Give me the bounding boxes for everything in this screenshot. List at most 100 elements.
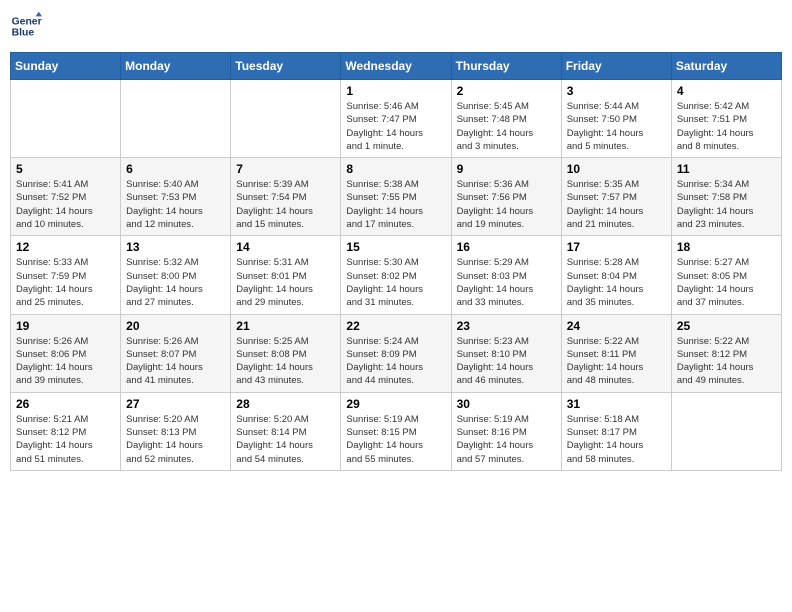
day-number: 15 — [346, 240, 445, 254]
calendar-cell: 25 Sunrise: 5:22 AM Sunset: 8:12 PM Dayli… — [671, 314, 781, 392]
calendar-week-3: 12 Sunrise: 5:33 AM Sunset: 7:59 PM Dayli… — [11, 236, 782, 314]
calendar-cell: 2Sunrise: 5:45 AM Sunset: 7:48 PM Daylig… — [451, 80, 561, 158]
calendar-cell: 20Sunrise: 5:26 AM Sunset: 8:07 PM Dayli… — [121, 314, 231, 392]
day-number: 9 — [457, 162, 556, 176]
calendar-cell: 22Sunrise: 5:24 AM Sunset: 8:09 PM Dayli… — [341, 314, 451, 392]
day-number: 8 — [346, 162, 445, 176]
day-info: Sunrise: 5:42 AM Sunset: 7:51 PM Dayligh… — [677, 100, 776, 153]
calendar-cell: 26 Sunrise: 5:21 AM Sunset: 8:12 PM Dayli… — [11, 392, 121, 470]
calendar-cell — [231, 80, 341, 158]
weekday-header-wednesday: Wednesday — [341, 53, 451, 80]
calendar-cell: 18 Sunrise: 5:27 AM Sunset: 8:05 PM Dayli… — [671, 236, 781, 314]
calendar-cell: 11 Sunrise: 5:34 AM Sunset: 7:58 PM Dayli… — [671, 158, 781, 236]
day-info: Sunrise: 5:31 AM Sunset: 8:01 PM Dayligh… — [236, 256, 335, 309]
calendar-cell: 3 Sunrise: 5:44 AM Sunset: 7:50 PM Daylig… — [561, 80, 671, 158]
weekday-header-saturday: Saturday — [671, 53, 781, 80]
logo-icon: General Blue — [10, 10, 42, 42]
day-info: Sunrise: 5:22 AM Sunset: 8:11 PM Dayligh… — [567, 335, 666, 388]
calendar-cell: 30Sunrise: 5:19 AM Sunset: 8:16 PM Dayli… — [451, 392, 561, 470]
day-number: 11 — [677, 162, 776, 176]
day-info: Sunrise: 5:22 AM Sunset: 8:12 PM Dayligh… — [677, 335, 776, 388]
calendar-week-5: 26 Sunrise: 5:21 AM Sunset: 8:12 PM Dayli… — [11, 392, 782, 470]
calendar-cell: 6 Sunrise: 5:40 AM Sunset: 7:53 PM Daylig… — [121, 158, 231, 236]
day-number: 31 — [567, 397, 666, 411]
calendar-cell: 16Sunrise: 5:29 AM Sunset: 8:03 PM Dayli… — [451, 236, 561, 314]
calendar-header: SundayMondayTuesdayWednesdayThursdayFrid… — [11, 53, 782, 80]
calendar-cell: 24Sunrise: 5:22 AM Sunset: 8:11 PM Dayli… — [561, 314, 671, 392]
day-info: Sunrise: 5:40 AM Sunset: 7:53 PM Dayligh… — [126, 178, 225, 231]
calendar-cell: 15 Sunrise: 5:30 AM Sunset: 8:02 PM Dayli… — [341, 236, 451, 314]
calendar-cell: 8Sunrise: 5:38 AM Sunset: 7:55 PM Daylig… — [341, 158, 451, 236]
calendar-week-4: 19 Sunrise: 5:26 AM Sunset: 8:06 PM Dayli… — [11, 314, 782, 392]
calendar-cell: 13 Sunrise: 5:32 AM Sunset: 8:00 PM Dayli… — [121, 236, 231, 314]
day-info: Sunrise: 5:27 AM Sunset: 8:05 PM Dayligh… — [677, 256, 776, 309]
day-info: Sunrise: 5:23 AM Sunset: 8:10 PM Dayligh… — [457, 335, 556, 388]
day-info: Sunrise: 5:35 AM Sunset: 7:57 PM Dayligh… — [567, 178, 666, 231]
day-number: 20 — [126, 319, 225, 333]
svg-text:Blue: Blue — [12, 28, 35, 39]
calendar-cell: 23 Sunrise: 5:23 AM Sunset: 8:10 PM Dayli… — [451, 314, 561, 392]
day-number: 25 — [677, 319, 776, 333]
day-number: 12 — [16, 240, 115, 254]
day-info: Sunrise: 5:46 AM Sunset: 7:47 PM Dayligh… — [346, 100, 445, 153]
day-info: Sunrise: 5:20 AM Sunset: 8:13 PM Dayligh… — [126, 413, 225, 466]
day-info: Sunrise: 5:19 AM Sunset: 8:16 PM Dayligh… — [457, 413, 556, 466]
day-info: Sunrise: 5:44 AM Sunset: 7:50 PM Dayligh… — [567, 100, 666, 153]
day-info: Sunrise: 5:32 AM Sunset: 8:00 PM Dayligh… — [126, 256, 225, 309]
calendar-cell: 7Sunrise: 5:39 AM Sunset: 7:54 PM Daylig… — [231, 158, 341, 236]
day-number: 2 — [457, 84, 556, 98]
day-number: 18 — [677, 240, 776, 254]
logo: General Blue — [10, 10, 46, 42]
day-number: 17 — [567, 240, 666, 254]
day-info: Sunrise: 5:18 AM Sunset: 8:17 PM Dayligh… — [567, 413, 666, 466]
calendar-cell: 21 Sunrise: 5:25 AM Sunset: 8:08 PM Dayli… — [231, 314, 341, 392]
calendar-cell — [671, 392, 781, 470]
svg-text:General: General — [12, 16, 42, 27]
calendar-week-2: 5Sunrise: 5:41 AM Sunset: 7:52 PM Daylig… — [11, 158, 782, 236]
day-number: 1 — [346, 84, 445, 98]
calendar-cell: 1 Sunrise: 5:46 AM Sunset: 7:47 PM Daylig… — [341, 80, 451, 158]
weekday-header-thursday: Thursday — [451, 53, 561, 80]
day-info: Sunrise: 5:33 AM Sunset: 7:59 PM Dayligh… — [16, 256, 115, 309]
day-number: 14 — [236, 240, 335, 254]
day-number: 23 — [457, 319, 556, 333]
calendar-cell: 29Sunrise: 5:19 AM Sunset: 8:15 PM Dayli… — [341, 392, 451, 470]
day-number: 22 — [346, 319, 445, 333]
day-number: 28 — [236, 397, 335, 411]
calendar-cell: 19 Sunrise: 5:26 AM Sunset: 8:06 PM Dayli… — [11, 314, 121, 392]
day-number: 19 — [16, 319, 115, 333]
day-number: 13 — [126, 240, 225, 254]
day-number: 4 — [677, 84, 776, 98]
calendar-cell: 28 Sunrise: 5:20 AM Sunset: 8:14 PM Dayli… — [231, 392, 341, 470]
calendar-cell — [121, 80, 231, 158]
calendar-table: SundayMondayTuesdayWednesdayThursdayFrid… — [10, 52, 782, 471]
day-number: 6 — [126, 162, 225, 176]
weekday-header-monday: Monday — [121, 53, 231, 80]
day-info: Sunrise: 5:36 AM Sunset: 7:56 PM Dayligh… — [457, 178, 556, 231]
calendar-week-1: 1 Sunrise: 5:46 AM Sunset: 7:47 PM Daylig… — [11, 80, 782, 158]
day-number: 27 — [126, 397, 225, 411]
day-number: 21 — [236, 319, 335, 333]
calendar-cell — [11, 80, 121, 158]
calendar-cell: 4 Sunrise: 5:42 AM Sunset: 7:51 PM Daylig… — [671, 80, 781, 158]
day-info: Sunrise: 5:29 AM Sunset: 8:03 PM Dayligh… — [457, 256, 556, 309]
day-number: 3 — [567, 84, 666, 98]
day-info: Sunrise: 5:25 AM Sunset: 8:08 PM Dayligh… — [236, 335, 335, 388]
weekday-header-friday: Friday — [561, 53, 671, 80]
calendar-cell: 17 Sunrise: 5:28 AM Sunset: 8:04 PM Dayli… — [561, 236, 671, 314]
calendar-cell: 31 Sunrise: 5:18 AM Sunset: 8:17 PM Dayli… — [561, 392, 671, 470]
day-info: Sunrise: 5:39 AM Sunset: 7:54 PM Dayligh… — [236, 178, 335, 231]
day-info: Sunrise: 5:20 AM Sunset: 8:14 PM Dayligh… — [236, 413, 335, 466]
page-header: General Blue — [10, 10, 782, 42]
weekday-header-row: SundayMondayTuesdayWednesdayThursdayFrid… — [11, 53, 782, 80]
day-info: Sunrise: 5:30 AM Sunset: 8:02 PM Dayligh… — [346, 256, 445, 309]
day-info: Sunrise: 5:26 AM Sunset: 8:06 PM Dayligh… — [16, 335, 115, 388]
day-info: Sunrise: 5:41 AM Sunset: 7:52 PM Dayligh… — [16, 178, 115, 231]
day-info: Sunrise: 5:34 AM Sunset: 7:58 PM Dayligh… — [677, 178, 776, 231]
calendar-cell: 10Sunrise: 5:35 AM Sunset: 7:57 PM Dayli… — [561, 158, 671, 236]
weekday-header-sunday: Sunday — [11, 53, 121, 80]
weekday-header-tuesday: Tuesday — [231, 53, 341, 80]
day-info: Sunrise: 5:21 AM Sunset: 8:12 PM Dayligh… — [16, 413, 115, 466]
day-info: Sunrise: 5:28 AM Sunset: 8:04 PM Dayligh… — [567, 256, 666, 309]
day-number: 26 — [16, 397, 115, 411]
